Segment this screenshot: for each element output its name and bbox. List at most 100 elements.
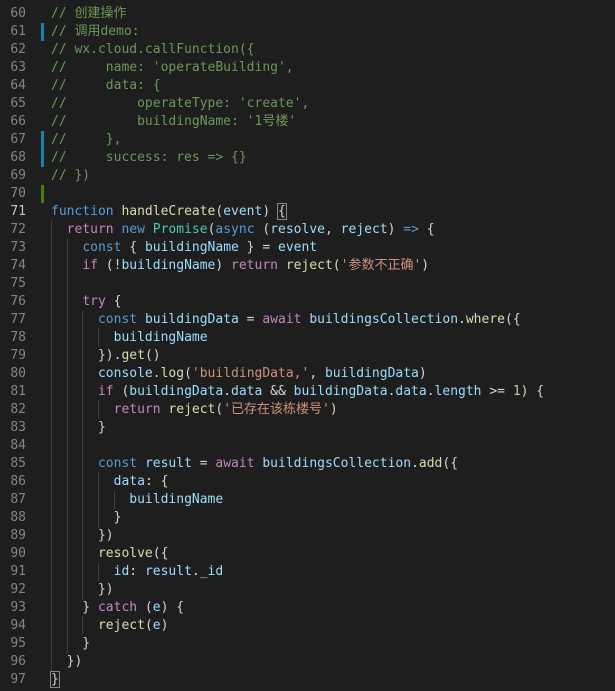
code-line[interactable]: 97} (0, 671, 615, 689)
line-number[interactable]: 90 (0, 545, 26, 563)
code-text[interactable]: // 调用demo: (51, 23, 140, 41)
line-number[interactable]: 75 (0, 275, 26, 293)
line-number[interactable]: 61 (0, 23, 26, 41)
code-text[interactable]: // operateType: 'create', (51, 95, 309, 113)
code-line[interactable]: 69 // }) (0, 167, 615, 185)
line-number[interactable]: 72 (0, 221, 26, 239)
line-number[interactable]: 62 (0, 41, 26, 59)
line-number[interactable]: 63 (0, 59, 26, 77)
code-line[interactable]: 70 (0, 185, 615, 203)
line-number[interactable]: 91 (0, 563, 26, 581)
code-text[interactable]: function handleCreate(event) { (51, 203, 287, 221)
code-text[interactable]: return new Promise(async (resolve, rejec… (51, 221, 435, 239)
line-number[interactable]: 88 (0, 509, 26, 527)
code-text[interactable]: if (buildingData.data && buildingData.da… (51, 383, 544, 401)
code-text[interactable]: resolve({ (51, 545, 168, 563)
code-text[interactable]: // name: 'operateBuilding', (51, 59, 294, 77)
line-number[interactable]: 81 (0, 383, 26, 401)
line-number[interactable]: 66 (0, 113, 26, 131)
line-number[interactable]: 69 (0, 167, 26, 185)
line-number[interactable]: 93 (0, 599, 26, 617)
line-number[interactable]: 74 (0, 257, 26, 275)
code-text[interactable]: try { (51, 293, 121, 311)
line-number[interactable]: 95 (0, 635, 26, 653)
line-number[interactable]: 86 (0, 473, 26, 491)
code-text[interactable]: buildingName (51, 329, 208, 347)
code-line[interactable]: 62 // wx.cloud.callFunction({ (0, 41, 615, 59)
code-line[interactable]: 75 (0, 275, 615, 293)
code-line[interactable]: 91 id: result._id (0, 563, 615, 581)
code-text[interactable]: id: result._id (51, 563, 224, 581)
code-line[interactable]: 73 const { buildingName } = event (0, 239, 615, 257)
line-number[interactable]: 82 (0, 401, 26, 419)
code-text[interactable]: reject(e) (51, 617, 168, 635)
code-line[interactable]: 86 data: { (0, 473, 615, 491)
code-text[interactable]: // 创建操作 (51, 5, 126, 23)
code-text[interactable]: buildingName (51, 491, 223, 509)
code-line[interactable]: 78 buildingName (0, 329, 615, 347)
code-line[interactable]: 71 function handleCreate(event) { (0, 203, 615, 221)
code-line[interactable]: 66 // buildingName: '1号楼' (0, 113, 615, 131)
code-line[interactable]: 67 // }, (0, 131, 615, 149)
line-number[interactable]: 85 (0, 455, 26, 473)
code-line[interactable]: 89 }) (0, 527, 615, 545)
code-line[interactable]: 84 (0, 437, 615, 455)
code-line[interactable]: 80 console.log('buildingData,', building… (0, 365, 615, 383)
code-text[interactable]: console.log('buildingData,', buildingDat… (51, 365, 427, 383)
code-text[interactable]: const buildingData = await buildingsColl… (51, 311, 521, 329)
code-text[interactable]: } (51, 509, 122, 527)
code-editor[interactable]: 60 // 创建操作 61 // 调用demo: 62 // wx.cloud.callF… (0, 0, 615, 691)
code-line[interactable]: 81 if (buildingData.data && buildingData… (0, 383, 615, 401)
code-line[interactable]: 82 return reject('已存在该栋楼号') (0, 401, 615, 419)
code-line[interactable]: 90 resolve({ (0, 545, 615, 563)
code-line[interactable]: 88 } (0, 509, 615, 527)
line-number[interactable]: 79 (0, 347, 26, 365)
line-number[interactable]: 73 (0, 239, 26, 257)
line-number[interactable]: 67 (0, 131, 26, 149)
line-number[interactable]: 97 (0, 671, 26, 689)
line-number[interactable]: 64 (0, 77, 26, 95)
code-text[interactable]: }) (51, 653, 83, 671)
code-text[interactable]: // buildingName: '1号楼' (51, 113, 296, 131)
code-line[interactable]: 93 } catch (e) { (0, 599, 615, 617)
code-line[interactable]: 94 reject(e) (0, 617, 615, 635)
code-line[interactable]: 68 // success: res => {} (0, 149, 615, 167)
code-line[interactable]: 79 }).get() (0, 347, 615, 365)
line-number[interactable]: 70 (0, 185, 26, 203)
line-number[interactable]: 78 (0, 329, 26, 347)
code-text[interactable]: } (51, 419, 106, 437)
git-added-marker[interactable] (41, 185, 44, 203)
line-number[interactable]: 83 (0, 419, 26, 437)
code-text[interactable]: // success: res => {} (51, 149, 247, 167)
code-line[interactable]: 96 }) (0, 653, 615, 671)
code-line[interactable]: 95 } (0, 635, 615, 653)
code-line[interactable]: 92 }) (0, 581, 615, 599)
code-text[interactable]: data: { (51, 473, 169, 491)
code-text[interactable]: } (51, 635, 90, 653)
line-number[interactable]: 92 (0, 581, 26, 599)
code-text[interactable]: } catch (e) { (51, 599, 184, 617)
code-line[interactable]: 65 // operateType: 'create', (0, 95, 615, 113)
line-number[interactable]: 94 (0, 617, 26, 635)
code-text[interactable]: // }, (51, 131, 121, 149)
code-text[interactable]: // wx.cloud.callFunction({ (51, 41, 255, 59)
line-number[interactable]: 84 (0, 437, 26, 455)
code-text[interactable]: return reject('已存在该栋楼号') (51, 401, 338, 419)
code-line[interactable]: 74 if (!buildingName) return reject('参数不… (0, 257, 615, 275)
code-line[interactable]: 64 // data: { (0, 77, 615, 95)
code-line[interactable]: 85 const result = await buildingsCollect… (0, 455, 615, 473)
code-line[interactable]: 77 const buildingData = await buildingsC… (0, 311, 615, 329)
line-number[interactable]: 87 (0, 491, 26, 509)
code-text[interactable]: // data: { (51, 77, 161, 95)
line-number[interactable]: 60 (0, 5, 26, 23)
line-number[interactable]: 71 (0, 203, 26, 221)
line-number[interactable]: 65 (0, 95, 26, 113)
line-number[interactable]: 77 (0, 311, 26, 329)
line-number[interactable]: 76 (0, 293, 26, 311)
code-line[interactable]: 60 // 创建操作 (0, 5, 615, 23)
code-text[interactable]: if (!buildingName) return reject('参数不正确'… (51, 257, 429, 275)
code-text[interactable]: // }) (51, 167, 90, 185)
code-line[interactable]: 72 return new Promise(async (resolve, re… (0, 221, 615, 239)
code-text[interactable]: } (50, 671, 60, 689)
line-number[interactable]: 96 (0, 653, 26, 671)
